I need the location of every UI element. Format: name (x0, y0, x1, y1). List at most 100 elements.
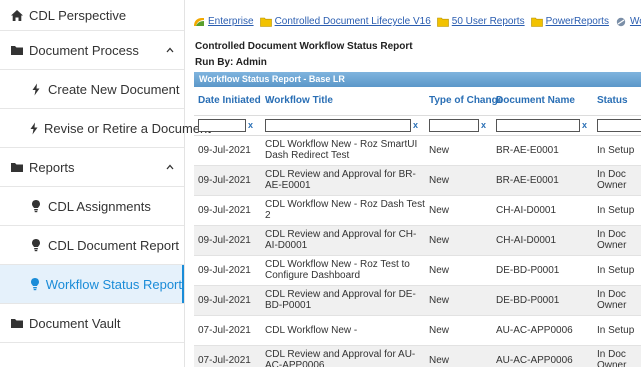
breadcrumb-link[interactable]: 50 User Reports (452, 16, 525, 27)
lightbulb-icon (29, 199, 43, 213)
cell-type-of-change: New (429, 174, 450, 186)
cell-date-initiated: 09-Jul-2021 (198, 174, 251, 186)
cell-type-of-change: New (429, 294, 450, 306)
cell-document-name: AU-AC-APP0006 (496, 354, 573, 366)
cell-workflow-title: CDL Review and Approval for AU-AC-APP000… (265, 349, 416, 367)
breadcrumb-link[interactable]: Enterprise (208, 16, 254, 27)
cell-status: In Setup (597, 324, 635, 336)
cell-workflow-title: CDL Workflow New - Roz Dash Test 2 (265, 199, 425, 221)
table-row[interactable]: 09-Jul-2021 CDL Review and Approval for C… (194, 225, 641, 255)
breadcrumb: Enterprise Controlled Document Lifecycle… (193, 16, 641, 27)
report-icon (616, 17, 626, 26)
clear-filter-icon[interactable]: x (413, 120, 418, 130)
filter-input[interactable] (265, 118, 411, 132)
report-title: Controlled Document Workflow Status Repo… (195, 41, 413, 52)
table-row[interactable]: 07-Jul-2021 CDL Review and Approval for A… (194, 345, 641, 367)
filter-input[interactable] (496, 118, 580, 132)
bolt-icon (29, 82, 43, 96)
cell-type-of-change: New (429, 354, 450, 366)
cell-date-initiated: 09-Jul-2021 (198, 294, 251, 306)
filter-input[interactable] (198, 118, 246, 132)
cell-status: In Doc Owner (597, 289, 627, 311)
table-header-row: Date Initiated ↓ Workflow Title Type of … (194, 87, 641, 116)
sidebar-item-workflow-status-report[interactable]: Workflow Status Report (0, 265, 184, 303)
table-row[interactable]: 09-Jul-2021 CDL Review and Approval for D… (194, 285, 641, 315)
sidebar-item-document-vault[interactable]: Document Vault (0, 304, 184, 342)
workflow-status-table: Date Initiated ↓ Workflow Title Type of … (194, 87, 641, 367)
cell-status: In Setup (597, 264, 635, 276)
breadcrumb-item-work-status-report[interactable]: Work Status Report PR (615, 16, 641, 27)
column-header-status[interactable]: Status (593, 87, 641, 116)
filter-type-of-change: x (429, 118, 486, 132)
lightbulb-icon (29, 277, 41, 291)
cell-status: In Setup (597, 144, 635, 156)
cell-document-name: DE-BD-P0001 (496, 294, 560, 306)
cell-type-of-change: New (429, 144, 450, 156)
filter-status (597, 118, 641, 132)
breadcrumb-item-user-reports[interactable]: 50 User Reports (436, 16, 525, 27)
breadcrumb-link[interactable]: PowerReports (546, 16, 609, 27)
cell-date-initiated: 07-Jul-2021 (198, 354, 251, 366)
cell-workflow-title: CDL Review and Approval for CH-AI-D0001 (265, 229, 417, 251)
column-header-type-of-change[interactable]: Type of Change (425, 87, 503, 116)
cell-type-of-change: New (429, 264, 450, 276)
sidebar-item-label: Workflow Status Report (45, 276, 182, 292)
cell-workflow-title: CDL Review and Approval for BR-AE-E0001 (265, 169, 416, 191)
chevron-up-icon[interactable] (165, 162, 175, 172)
sidebar-item-label: Create New Document (48, 81, 180, 97)
table-row[interactable]: 07-Jul-2021 CDL Workflow New - New AU-AC-AP… (194, 315, 641, 345)
sidebar-item-document-process[interactable]: Document Process (0, 31, 184, 69)
breadcrumb-link[interactable]: Controlled Document Lifecycle V16 (275, 16, 431, 27)
cell-type-of-change: New (429, 234, 450, 246)
breadcrumb-item-cdl-v16[interactable]: Controlled Document Lifecycle V16 (259, 16, 431, 27)
sidebar-item-cdl-assignments[interactable]: CDL Assignments (0, 187, 184, 225)
sidebar-item-cdl-perspective[interactable]: CDL Perspective (0, 0, 184, 30)
cell-status: In Doc Owner (597, 349, 627, 367)
cell-document-name: DE-BD-P0001 (496, 264, 560, 276)
folder-icon (530, 17, 543, 27)
sidebar-item-label: Reports (29, 159, 75, 175)
cell-document-name: BR-AE-E0001 (496, 174, 559, 186)
cell-workflow-title: CDL Review and Approval for DE-BD-P0001 (265, 289, 416, 311)
table-row[interactable]: 09-Jul-2021 CDL Workflow New - Roz Dash T… (194, 195, 641, 225)
breadcrumb-link[interactable]: Work Status Report PR (630, 16, 641, 27)
clear-filter-icon[interactable]: x (481, 120, 486, 130)
cell-workflow-title: CDL Workflow New - Roz SmartUI Dash Redi… (265, 139, 418, 161)
cell-date-initiated: 07-Jul-2021 (198, 324, 251, 336)
table-row[interactable]: 09-Jul-2021 CDL Workflow New - Roz SmartU… (194, 135, 641, 165)
sidebar-item-create-new-document[interactable]: Create New Document (0, 70, 184, 108)
breadcrumb-item-enterprise[interactable]: Enterprise (193, 16, 254, 27)
sidebar-item-cdl-document-report[interactable]: CDL Document Report (0, 226, 184, 264)
cell-status: In Setup (597, 204, 635, 216)
folder-icon (259, 17, 272, 27)
lightbulb-icon (29, 238, 43, 252)
table-row[interactable]: 09-Jul-2021 CDL Workflow New - Roz Test t… (194, 255, 641, 285)
folder-icon (10, 43, 24, 57)
filter-input[interactable] (597, 118, 641, 132)
column-header-workflow-title[interactable]: Workflow Title (261, 87, 425, 116)
filter-input[interactable] (429, 118, 479, 132)
clear-filter-icon[interactable]: x (248, 120, 253, 130)
sidebar-item-reports[interactable]: Reports (0, 148, 184, 186)
cell-date-initiated: 09-Jul-2021 (198, 144, 251, 156)
sidebar-item-label: CDL Assignments (48, 198, 151, 214)
sidebar-item-revise-or-retire[interactable]: Revise or Retire a Document (0, 109, 211, 147)
bolt-icon (29, 121, 39, 135)
clear-filter-icon[interactable]: x (582, 120, 587, 130)
cell-status: In Doc Owner (597, 229, 627, 251)
divider (0, 342, 184, 343)
breadcrumb-item-powerreports[interactable]: PowerReports (530, 16, 609, 27)
folder-icon (436, 17, 449, 27)
enterprise-icon (194, 17, 204, 26)
sidebar-item-label: CDL Document Report (48, 237, 180, 253)
cell-status: In Doc Owner (597, 169, 627, 191)
table-row[interactable]: 09-Jul-2021 CDL Review and Approval for B… (194, 165, 641, 195)
sidebar-item-label: CDL Perspective (29, 7, 127, 23)
home-icon (10, 8, 24, 22)
main-content: Enterprise Controlled Document Lifecycle… (186, 0, 641, 367)
column-header-document-name[interactable]: Document Name (492, 87, 593, 116)
cell-document-name: CH-AI-D0001 (496, 234, 557, 246)
chevron-up-icon[interactable] (165, 45, 175, 55)
column-header-date-initiated[interactable]: Date Initiated ↓ (194, 87, 272, 116)
filter-document-name: x (496, 118, 587, 132)
